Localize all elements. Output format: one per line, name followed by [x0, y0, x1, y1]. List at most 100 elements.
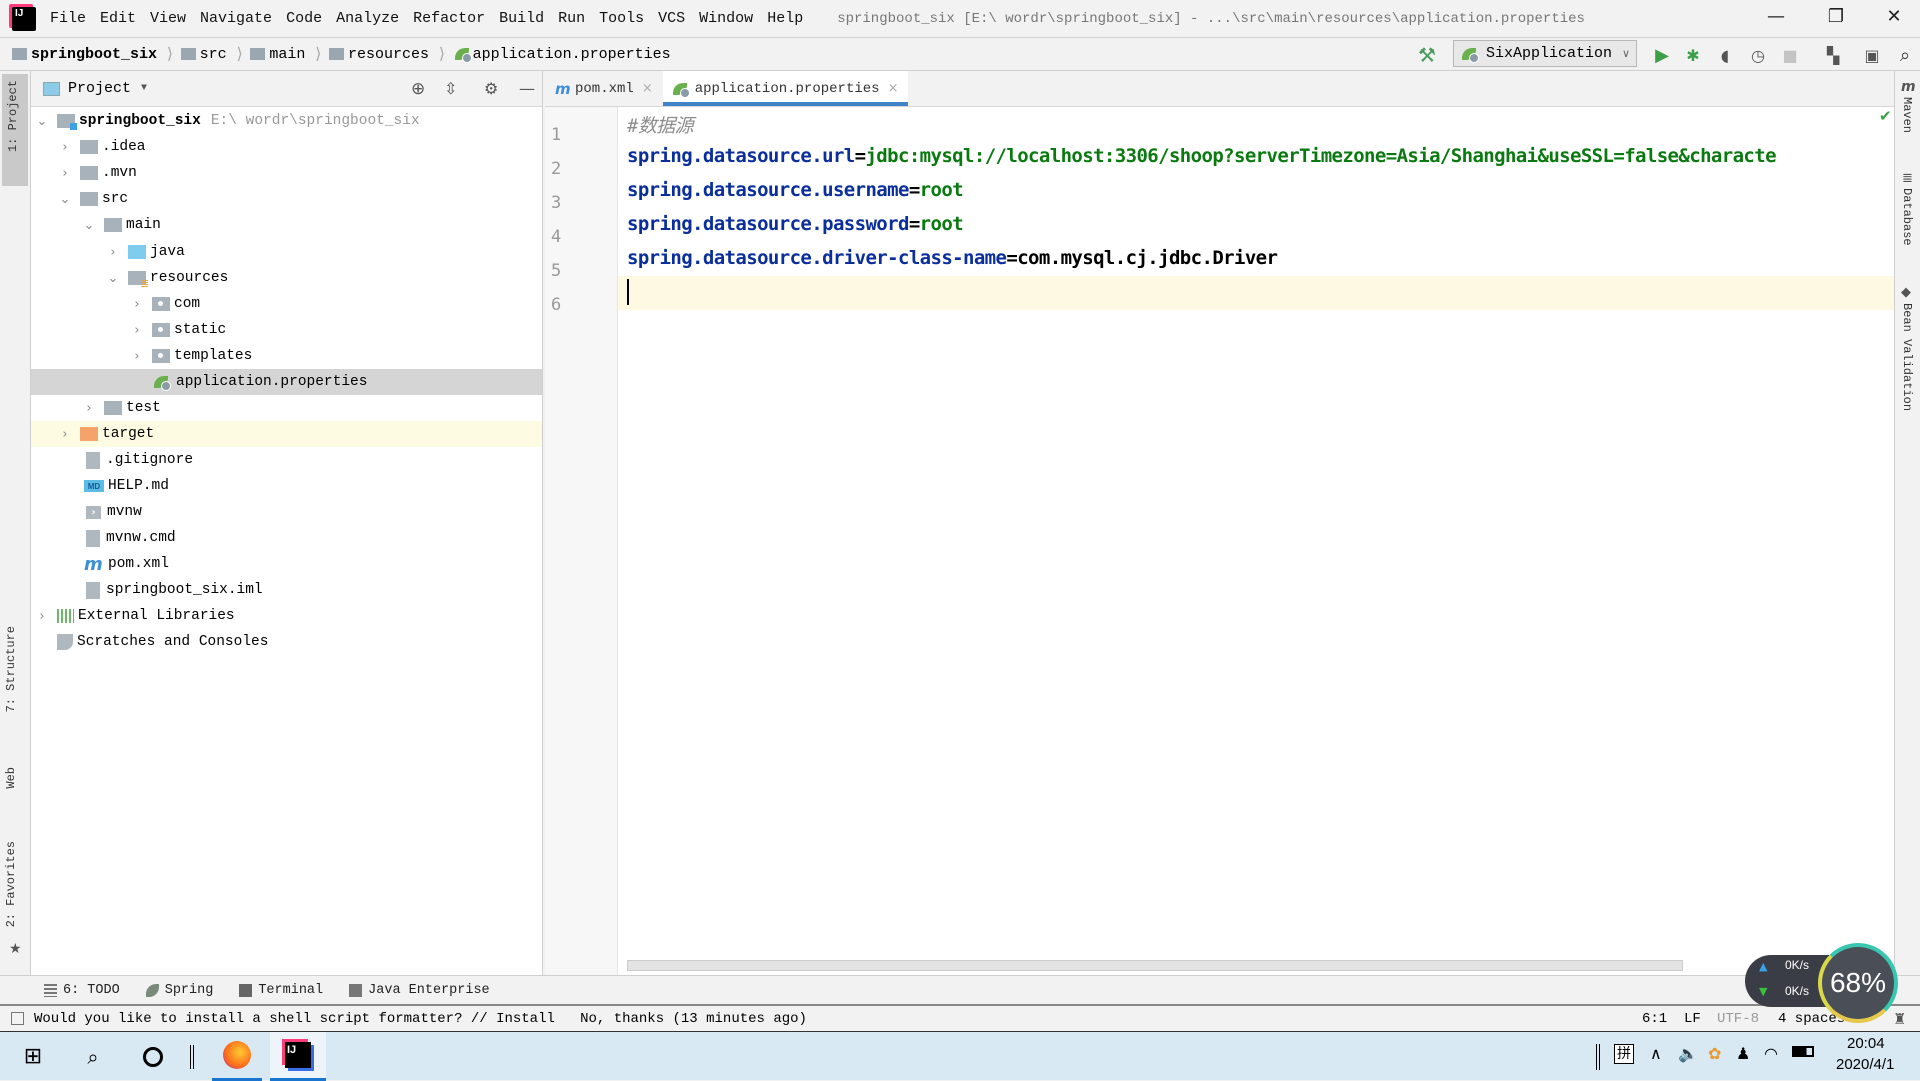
project-tool-tab[interactable]: 1: Project: [2, 74, 28, 186]
todo-tool-button[interactable]: 6: TODO: [44, 983, 120, 998]
expand-arrow-icon[interactable]: ›: [82, 401, 96, 416]
spring-tool-button[interactable]: Spring: [145, 983, 213, 998]
ime-indicator[interactable]: 拼: [1614, 1044, 1634, 1064]
expand-arrow-icon[interactable]: ›: [58, 140, 72, 155]
battery-icon[interactable]: [1792, 1046, 1814, 1057]
menu-analyze[interactable]: Analyze: [336, 10, 399, 27]
breadcrumb-resources[interactable]: resources: [348, 46, 429, 63]
breadcrumb-main[interactable]: main: [269, 46, 305, 63]
tree-item-java[interactable]: › java: [31, 239, 542, 265]
tree-item-mvnw[interactable]: › mvnw: [31, 499, 542, 525]
horizontal-scrollbar[interactable]: [627, 960, 1683, 971]
tree-item-project-root[interactable]: ⌄ springboot_six E:\ wordr\springboot_si…: [31, 108, 542, 134]
close-tab-icon[interactable]: ×: [642, 81, 653, 96]
debug-bug-icon[interactable]: ✱: [1682, 44, 1704, 66]
windows-start-button[interactable]: ⊞: [8, 1032, 58, 1081]
tab-application-properties[interactable]: application.properties ×: [662, 71, 909, 106]
close-window-button[interactable]: ✕: [1874, 6, 1914, 32]
code-line-3[interactable]: spring.datasource.username=root: [627, 179, 964, 201]
expand-arrow-icon[interactable]: ›: [130, 349, 144, 364]
database-tool-tab[interactable]: Database: [1900, 188, 1914, 246]
locate-target-icon[interactable]: ⊕: [411, 79, 425, 99]
collapse-all-icon[interactable]: ⇳: [444, 79, 457, 98]
status-message[interactable]: Would you like to install a shell script…: [34, 1011, 807, 1027]
firefox-taskbar-button[interactable]: [212, 1032, 262, 1081]
intellij-taskbar-button[interactable]: IJ: [270, 1032, 326, 1081]
project-view-select[interactable]: Project: [68, 80, 131, 97]
inspection-ok-check-icon[interactable]: ✔: [1879, 107, 1892, 125]
toggle-tool-windows-icon[interactable]: [11, 1012, 24, 1025]
tab-pom-xml[interactable]: m pom.xml ×: [545, 71, 663, 106]
breadcrumb-file[interactable]: application.properties: [473, 46, 671, 63]
tree-item-test[interactable]: › test: [31, 395, 542, 421]
breadcrumb-src[interactable]: src: [200, 46, 227, 63]
structure-tool-tab[interactable]: 7: Structure: [4, 626, 18, 712]
wifi-icon[interactable]: ◠: [1764, 1044, 1778, 1063]
tree-item-pom-xml[interactable]: m pom.xml: [31, 551, 542, 577]
clock-date[interactable]: 2020/4/1: [1836, 1056, 1894, 1073]
clock-time[interactable]: 20:04: [1847, 1035, 1885, 1052]
menu-build[interactable]: Build: [499, 10, 544, 27]
tree-item-static[interactable]: › static: [31, 317, 542, 343]
dropdown-arrow-icon[interactable]: ▼: [141, 83, 147, 94]
tree-item-scratches[interactable]: Scratches and Consoles: [31, 629, 542, 655]
favorites-tool-tab[interactable]: 2: Favorites: [4, 841, 18, 927]
tree-item-com[interactable]: › com: [31, 291, 542, 317]
minimize-button[interactable]: —: [1756, 6, 1796, 32]
menu-view[interactable]: View: [150, 10, 186, 27]
menu-window[interactable]: Window: [699, 10, 753, 27]
project-structure-icon[interactable]: ▚: [1822, 44, 1844, 66]
line-separator[interactable]: LF: [1684, 1011, 1701, 1027]
expand-arrow-icon[interactable]: ⌄: [106, 271, 120, 286]
tree-item-external-libraries[interactable]: › External Libraries: [31, 603, 542, 629]
tree-item-target[interactable]: › target: [31, 421, 542, 447]
code-line-4[interactable]: spring.datasource.password=root: [627, 213, 964, 235]
expand-arrow-icon[interactable]: ⌄: [58, 192, 72, 207]
tree-item-iml[interactable]: springboot_six.iml: [31, 577, 542, 603]
search-button[interactable]: ⌕: [68, 1032, 118, 1081]
code-line-2[interactable]: spring.datasource.url=jdbc:mysql://local…: [627, 145, 1777, 167]
menu-help[interactable]: Help: [767, 10, 803, 27]
expand-arrow-icon[interactable]: ›: [130, 297, 144, 312]
hide-panel-icon[interactable]: —: [519, 79, 535, 98]
tree-item-mvn[interactable]: › .mvn: [31, 160, 542, 186]
tree-item-idea[interactable]: › .idea: [31, 134, 542, 160]
web-tool-tab[interactable]: Web: [4, 767, 18, 789]
run-configuration-select[interactable]: SixApplication ∨: [1453, 40, 1637, 67]
java-enterprise-tool-button[interactable]: Java Enterprise: [349, 983, 490, 998]
tree-item-gitignore[interactable]: .gitignore: [31, 447, 542, 473]
cortana-button[interactable]: [128, 1032, 178, 1081]
menu-edit[interactable]: Edit: [100, 10, 136, 27]
close-tab-icon[interactable]: ×: [888, 81, 899, 96]
breadcrumb-project[interactable]: springboot_six: [31, 46, 157, 63]
bean-validation-tool-tab[interactable]: Bean Validation: [1900, 303, 1914, 411]
menu-code[interactable]: Code: [286, 10, 322, 27]
terminal-tool-button[interactable]: Terminal: [239, 983, 323, 998]
expand-arrow-icon[interactable]: ›: [35, 609, 49, 624]
code-line-5[interactable]: spring.datasource.driver-class-name=com.…: [627, 247, 1278, 269]
search-everywhere-icon[interactable]: ⌕: [1894, 44, 1916, 66]
expand-arrow-icon[interactable]: ›: [106, 245, 120, 260]
tray-app-icon[interactable]: ✿: [1708, 1044, 1721, 1063]
tree-item-src[interactable]: ⌄ src: [31, 186, 542, 212]
qq-penguin-icon[interactable]: ♟: [1736, 1044, 1750, 1063]
inspector-hat-icon[interactable]: ♜: [1893, 1010, 1906, 1028]
restore-button[interactable]: ❐: [1816, 6, 1856, 32]
stop-icon[interactable]: ■: [1779, 44, 1801, 66]
tree-item-resources[interactable]: ⌄ resources: [31, 265, 542, 291]
menu-navigate[interactable]: Navigate: [200, 10, 272, 27]
cpu-usage-gauge[interactable]: 68%: [1818, 943, 1898, 1023]
tree-item-mvnw-cmd[interactable]: mvnw.cmd: [31, 525, 542, 551]
maven-tool-tab[interactable]: Maven: [1900, 97, 1914, 133]
tree-item-application-properties[interactable]: application.properties: [31, 369, 542, 395]
menu-run[interactable]: Run: [558, 10, 585, 27]
expand-arrow-icon[interactable]: ⌄: [35, 114, 49, 129]
show-hidden-icons-chevron-icon[interactable]: ∧: [1650, 1044, 1662, 1063]
settings-gear-icon[interactable]: ⚙: [484, 79, 498, 98]
code-line-1[interactable]: #数据源: [627, 111, 694, 138]
build-hammer-icon[interactable]: ⚒: [1416, 43, 1438, 67]
caret-position[interactable]: 6:1: [1642, 1011, 1667, 1027]
tree-item-main[interactable]: ⌄ main: [31, 212, 542, 238]
menu-refactor[interactable]: Refactor: [413, 10, 485, 27]
profile-icon[interactable]: ◷: [1747, 44, 1769, 66]
